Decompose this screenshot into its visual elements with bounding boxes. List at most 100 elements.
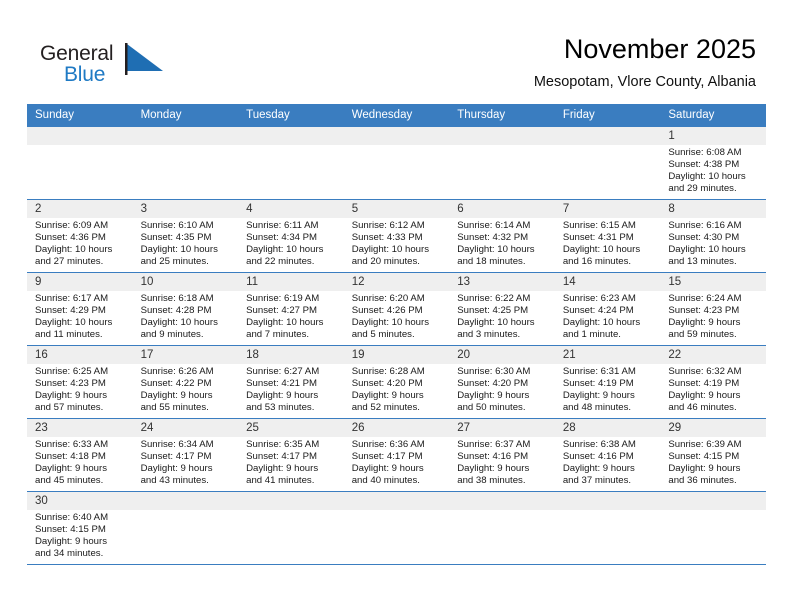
sunset-time: Sunset: 4:22 PM xyxy=(140,377,212,389)
daylight-duration-line1: Daylight: 9 hours xyxy=(351,462,424,474)
day-number: 18 xyxy=(238,346,344,364)
calendar-day-cell[interactable]: 11 Sunrise: 6:19 AM Sunset: 4:27 PM Dayligh… xyxy=(238,272,344,346)
daylight-duration-line2: and 48 minutes. xyxy=(562,401,632,413)
calendar-cell-empty-header xyxy=(343,127,450,145)
day-detail-lines: Sunrise: 6:08 AM Sunset: 4:38 PM Daylight:… xyxy=(660,145,766,195)
calendar-cell-empty xyxy=(660,491,766,565)
day-detail-lines: Sunrise: 6:36 AM Sunset: 4:17 PM Daylight:… xyxy=(344,437,450,487)
daylight-duration-line2: and 20 minutes. xyxy=(351,255,420,267)
calendar-day-cell[interactable]: 25 Sunrise: 6:35 AM Sunset: 4:17 PM Dayligh… xyxy=(238,418,344,492)
calendar-cell-empty-header xyxy=(554,127,661,145)
sunset-time: Sunset: 4:24 PM xyxy=(562,304,634,316)
daylight-duration-line2: and 40 minutes. xyxy=(351,474,420,486)
calendar-day-cell[interactable]: 18 Sunrise: 6:27 AM Sunset: 4:21 PM Dayligh… xyxy=(238,345,344,419)
calendar-day-cell[interactable]: 9 Sunrise: 6:17 AM Sunset: 4:29 PM Daylight… xyxy=(27,272,133,346)
calendar-day-cell[interactable]: 13 Sunrise: 6:22 AM Sunset: 4:25 PM Dayligh… xyxy=(449,272,555,346)
day-detail-lines: Sunrise: 6:28 AM Sunset: 4:20 PM Daylight:… xyxy=(344,364,450,414)
daylight-duration-line2: and 45 minutes. xyxy=(35,474,104,486)
calendar-day-cell[interactable]: 3 Sunrise: 6:10 AM Sunset: 4:35 PM Daylight… xyxy=(132,199,239,273)
calendar-day-cell-inner: 4 Sunrise: 6:11 AM Sunset: 4:34 PM Daylight… xyxy=(238,200,344,272)
blue-flag-triangle-icon xyxy=(125,43,163,75)
calendar-day-cell-inner: 19 Sunrise: 6:28 AM Sunset: 4:20 PM Dayligh… xyxy=(343,346,450,418)
weekday-header-sunday: Sunday xyxy=(27,104,133,127)
daylight-duration-line2: and 43 minutes. xyxy=(140,474,209,486)
daylight-duration-line1: Daylight: 9 hours xyxy=(668,389,741,401)
daylight-duration-line1: Daylight: 10 hours xyxy=(35,316,113,328)
calendar-day-cell[interactable]: 21 Sunrise: 6:31 AM Sunset: 4:19 PM Dayligh… xyxy=(554,345,661,419)
calendar-day-cell[interactable]: 6 Sunrise: 6:14 AM Sunset: 4:32 PM Daylight… xyxy=(449,199,555,273)
calendar-cell-empty-header xyxy=(238,492,344,510)
calendar-day-cell[interactable]: 1 Sunrise: 6:08 AM Sunset: 4:38 PM Daylight… xyxy=(660,126,766,200)
sunset-time: Sunset: 4:34 PM xyxy=(246,231,318,243)
day-detail-lines: Sunrise: 6:38 AM Sunset: 4:16 PM Daylight:… xyxy=(555,437,661,487)
daylight-duration-line1: Daylight: 9 hours xyxy=(140,389,213,401)
daylight-duration-line2: and 25 minutes. xyxy=(140,255,209,267)
day-detail-lines: Sunrise: 6:11 AM Sunset: 4:34 PM Daylight:… xyxy=(238,218,344,268)
daylight-duration-line1: Daylight: 10 hours xyxy=(140,243,218,255)
daylight-duration-line1: Daylight: 9 hours xyxy=(35,389,107,401)
calendar-cell-empty xyxy=(132,491,239,565)
calendar-day-cell-inner: 9 Sunrise: 6:17 AM Sunset: 4:29 PM Daylight… xyxy=(27,273,133,345)
day-number: 2 xyxy=(27,200,133,218)
sunrise-time: Sunrise: 6:09 AM xyxy=(35,220,109,231)
calendar-cell-empty xyxy=(554,491,661,565)
daylight-duration-line1: Daylight: 10 hours xyxy=(668,243,746,255)
sunset-time: Sunset: 4:32 PM xyxy=(457,231,529,243)
calendar-day-cell[interactable]: 29 Sunrise: 6:39 AM Sunset: 4:15 PM Dayligh… xyxy=(660,418,766,492)
sunset-time: Sunset: 4:17 PM xyxy=(246,450,318,462)
day-detail-lines: Sunrise: 6:31 AM Sunset: 4:19 PM Daylight:… xyxy=(555,364,661,414)
calendar-day-cell[interactable]: 24 Sunrise: 6:34 AM Sunset: 4:17 PM Dayligh… xyxy=(132,418,239,492)
calendar-day-cell[interactable]: 17 Sunrise: 6:26 AM Sunset: 4:22 PM Dayligh… xyxy=(132,345,239,419)
calendar-day-cell-inner: 5 Sunrise: 6:12 AM Sunset: 4:33 PM Daylight… xyxy=(343,200,450,272)
calendar-day-cell[interactable]: 27 Sunrise: 6:37 AM Sunset: 4:16 PM Dayligh… xyxy=(449,418,555,492)
calendar-week-row: 23 Sunrise: 6:33 AM Sunset: 4:18 PM Dayligh… xyxy=(27,418,766,492)
day-detail-lines: Sunrise: 6:14 AM Sunset: 4:32 PM Daylight:… xyxy=(449,218,555,268)
daylight-duration-line2: and 46 minutes. xyxy=(668,401,737,413)
daylight-duration-line2: and 16 minutes. xyxy=(562,255,632,267)
daylight-duration-line2: and 9 minutes. xyxy=(140,328,204,340)
day-number: 20 xyxy=(449,346,555,364)
daylight-duration-line1: Daylight: 10 hours xyxy=(457,316,535,328)
calendar-day-cell-inner: 30 Sunrise: 6:40 AM Sunset: 4:15 PM Dayligh… xyxy=(27,492,133,564)
sunset-time: Sunset: 4:23 PM xyxy=(668,304,740,316)
calendar-day-cell[interactable]: 5 Sunrise: 6:12 AM Sunset: 4:33 PM Daylight… xyxy=(343,199,450,273)
calendar-day-cell[interactable]: 12 Sunrise: 6:20 AM Sunset: 4:26 PM Dayligh… xyxy=(343,272,450,346)
calendar-day-cell[interactable]: 2 Sunrise: 6:09 AM Sunset: 4:36 PM Daylight… xyxy=(27,199,133,273)
day-detail-lines: Sunrise: 6:33 AM Sunset: 4:18 PM Daylight:… xyxy=(27,437,133,487)
sunset-time: Sunset: 4:27 PM xyxy=(246,304,318,316)
daylight-duration-line1: Daylight: 10 hours xyxy=(140,316,218,328)
calendar-day-cell[interactable]: 23 Sunrise: 6:33 AM Sunset: 4:18 PM Dayligh… xyxy=(27,418,133,492)
day-number: 23 xyxy=(27,419,133,437)
daylight-duration-line1: Daylight: 9 hours xyxy=(668,316,741,328)
daylight-duration-line2: and 29 minutes. xyxy=(668,182,737,194)
calendar-day-cell-inner: 11 Sunrise: 6:19 AM Sunset: 4:27 PM Dayligh… xyxy=(238,273,344,345)
calendar-day-cell[interactable]: 22 Sunrise: 6:32 AM Sunset: 4:19 PM Dayligh… xyxy=(660,345,766,419)
calendar-day-cell[interactable]: 4 Sunrise: 6:11 AM Sunset: 4:34 PM Daylight… xyxy=(238,199,344,273)
calendar-day-cell[interactable]: 8 Sunrise: 6:16 AM Sunset: 4:30 PM Daylight… xyxy=(660,199,766,273)
calendar-cell-empty xyxy=(449,126,555,200)
calendar-day-cell[interactable]: 10 Sunrise: 6:18 AM Sunset: 4:28 PM Dayligh… xyxy=(132,272,239,346)
sunrise-time: Sunrise: 6:39 AM xyxy=(668,439,742,450)
sunrise-time: Sunrise: 6:10 AM xyxy=(140,220,214,231)
sunrise-time: Sunrise: 6:36 AM xyxy=(351,439,425,450)
calendar-day-cell[interactable]: 20 Sunrise: 6:30 AM Sunset: 4:20 PM Dayligh… xyxy=(449,345,555,419)
day-number: 30 xyxy=(27,492,133,510)
sunset-time: Sunset: 4:19 PM xyxy=(562,377,634,389)
daylight-duration-line1: Daylight: 10 hours xyxy=(351,316,430,328)
calendar-day-cell[interactable]: 19 Sunrise: 6:28 AM Sunset: 4:20 PM Dayligh… xyxy=(343,345,450,419)
calendar-day-cell[interactable]: 15 Sunrise: 6:24 AM Sunset: 4:23 PM Dayligh… xyxy=(660,272,766,346)
day-detail-lines: Sunrise: 6:40 AM Sunset: 4:15 PM Daylight:… xyxy=(27,510,133,560)
general-blue-logo[interactable]: General Blue xyxy=(40,42,180,92)
calendar-day-cell[interactable]: 30 Sunrise: 6:40 AM Sunset: 4:15 PM Dayligh… xyxy=(27,491,133,565)
daylight-duration-line2: and 11 minutes. xyxy=(35,328,103,340)
title-block: November 2025 Mesopotam, Vlore County, A… xyxy=(534,32,756,92)
sunrise-time: Sunrise: 6:23 AM xyxy=(562,293,636,304)
calendar-day-cell[interactable]: 26 Sunrise: 6:36 AM Sunset: 4:17 PM Dayligh… xyxy=(343,418,450,492)
sunrise-time: Sunrise: 6:35 AM xyxy=(246,439,320,450)
calendar-day-cell[interactable]: 16 Sunrise: 6:25 AM Sunset: 4:23 PM Dayligh… xyxy=(27,345,133,419)
calendar-day-cell-inner: 10 Sunrise: 6:18 AM Sunset: 4:28 PM Dayligh… xyxy=(132,273,239,345)
sunset-time: Sunset: 4:15 PM xyxy=(35,523,106,535)
calendar-day-cell[interactable]: 7 Sunrise: 6:15 AM Sunset: 4:31 PM Daylight… xyxy=(554,199,661,273)
calendar-day-cell[interactable]: 14 Sunrise: 6:23 AM Sunset: 4:24 PM Dayligh… xyxy=(554,272,661,346)
calendar-day-cell[interactable]: 28 Sunrise: 6:38 AM Sunset: 4:16 PM Dayligh… xyxy=(554,418,661,492)
